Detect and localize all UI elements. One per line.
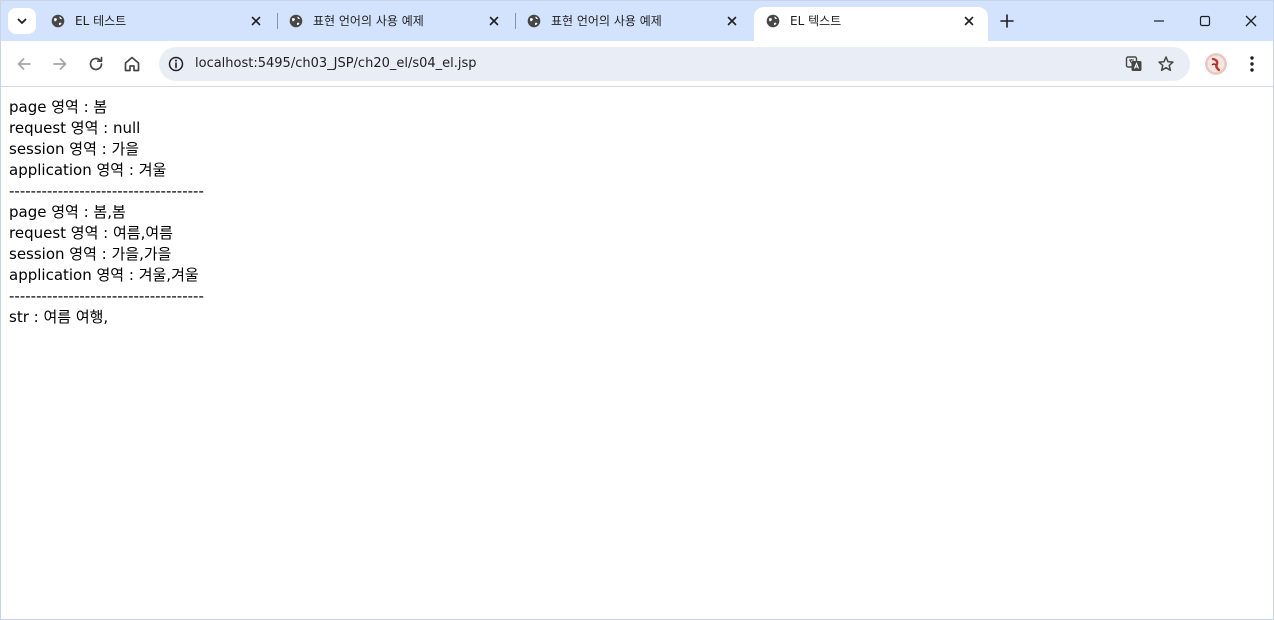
home-icon[interactable] bbox=[122, 54, 142, 74]
forward-arrow-icon[interactable] bbox=[50, 54, 70, 74]
globe-icon bbox=[766, 14, 780, 28]
globe-icon bbox=[51, 14, 65, 28]
close-icon[interactable] bbox=[487, 14, 501, 28]
url-text[interactable]: localhost:5495/ch03_JSP/ch20_el/s04_el.j… bbox=[195, 56, 477, 72]
output-line: application 영역 : 겨울,겨울 bbox=[9, 266, 199, 284]
output-line: page 영역 : 봄 bbox=[9, 98, 108, 116]
tab-title: 표현 언어의 사용 예제 bbox=[551, 14, 662, 28]
close-window-icon[interactable] bbox=[1241, 11, 1261, 31]
tab-2[interactable]: 표현 언어의 사용 예제 bbox=[277, 7, 513, 35]
close-icon[interactable] bbox=[962, 14, 976, 28]
maximize-icon[interactable] bbox=[1195, 11, 1215, 31]
minimize-icon[interactable] bbox=[1149, 11, 1169, 31]
output-line: request 영역 : 여름,여름 bbox=[9, 224, 173, 242]
chevron-down-icon bbox=[17, 18, 27, 24]
close-icon[interactable] bbox=[249, 14, 263, 28]
separator-line: ------------------------------------ bbox=[9, 287, 204, 305]
avatar[interactable] bbox=[1205, 53, 1227, 75]
output-line: str : 여름 여행, bbox=[9, 308, 109, 326]
close-icon[interactable] bbox=[725, 14, 739, 28]
profile-avatar-icon bbox=[1205, 53, 1227, 75]
output-line: request 영역 : null bbox=[9, 119, 141, 137]
reload-icon[interactable] bbox=[86, 54, 106, 74]
browser-toolbar: localhost:5495/ch03_JSP/ch20_el/s04_el.j… bbox=[1, 41, 1273, 87]
tab-4-active[interactable]: EL 텍스트 bbox=[754, 7, 988, 41]
tab-1[interactable]: EL 테스트 bbox=[39, 7, 275, 35]
star-icon[interactable] bbox=[1157, 55, 1175, 73]
tab-title: EL 테스트 bbox=[75, 14, 127, 28]
output-line: session 영역 : 가을 bbox=[9, 140, 140, 158]
page-content: page 영역 : 봄 request 영역 : null session 영역… bbox=[9, 97, 1269, 328]
tab-search-button[interactable] bbox=[8, 8, 36, 34]
tab-title: 표현 언어의 사용 예제 bbox=[313, 14, 424, 28]
address-bar[interactable]: localhost:5495/ch03_JSP/ch20_el/s04_el.j… bbox=[159, 47, 1190, 81]
tab-strip: EL 테스트 표현 언어의 사용 예제 표현 언어의 사용 예제 EL 텍스트 bbox=[1, 1, 1273, 41]
output-line: session 영역 : 가을,가을 bbox=[9, 245, 172, 263]
plus-icon[interactable] bbox=[998, 12, 1016, 30]
globe-icon bbox=[527, 14, 541, 28]
output-line: page 영역 : 봄,봄 bbox=[9, 203, 126, 221]
tab-3[interactable]: 표현 언어의 사용 예제 bbox=[515, 7, 751, 35]
globe-icon bbox=[289, 14, 303, 28]
tab-title: EL 텍스트 bbox=[790, 14, 842, 28]
translate-icon[interactable] bbox=[1125, 55, 1143, 73]
info-icon[interactable] bbox=[167, 55, 185, 73]
more-vert-icon[interactable] bbox=[1243, 54, 1261, 74]
back-arrow-icon[interactable] bbox=[14, 54, 34, 74]
separator-line: ------------------------------------ bbox=[9, 182, 204, 200]
output-line: application 영역 : 겨울 bbox=[9, 161, 167, 179]
